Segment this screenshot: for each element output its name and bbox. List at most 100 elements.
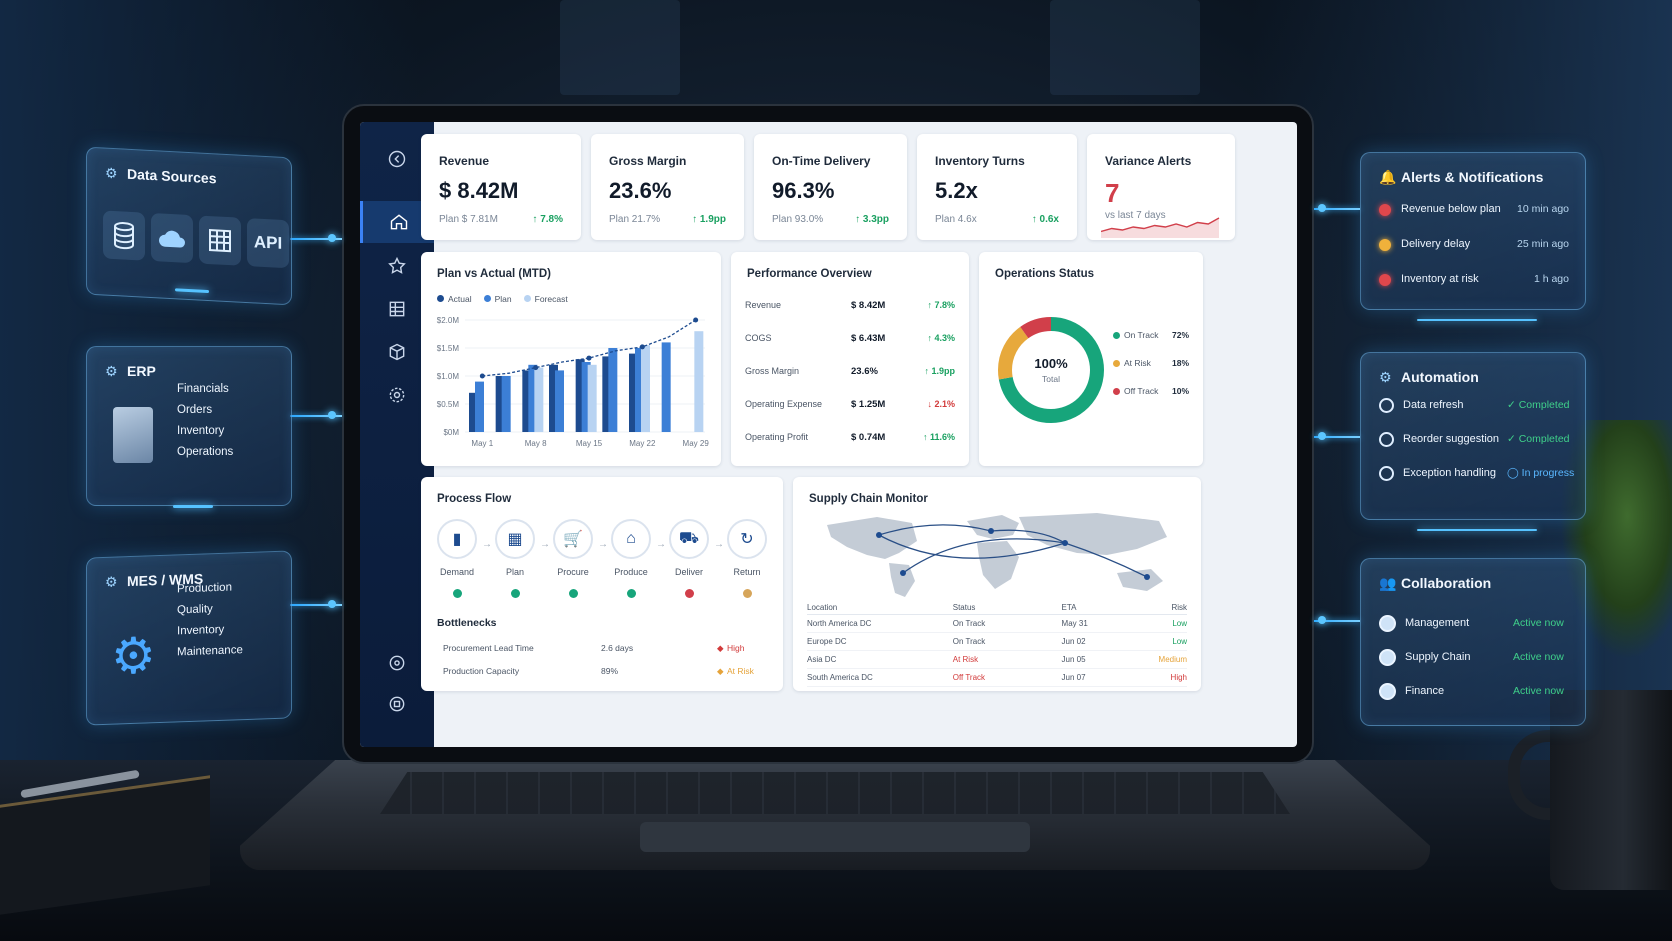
collaboration-label[interactable]: Supply Chain	[1405, 651, 1470, 663]
background-window	[1050, 0, 1200, 95]
process-flow-title: Process Flow	[437, 493, 512, 505]
risk-cell: Low	[1158, 632, 1187, 651]
data-sources-panel[interactable]: ⚙ Data Sources API	[86, 146, 292, 306]
perf-value: $ 6.43M	[851, 333, 886, 344]
collaboration-label[interactable]: Management	[1405, 617, 1469, 629]
gear-icon: ⚙	[111, 627, 156, 685]
table-row[interactable]: Europe DC On Track Jun 02 Low	[807, 632, 1187, 651]
automation-label[interactable]: Data refresh	[1403, 399, 1464, 411]
location-cell: South America DC	[807, 668, 953, 687]
erp-panel[interactable]: ⚙ ERP Financials Orders Inventory Operations	[86, 346, 292, 508]
risk-cell: High	[1158, 668, 1187, 687]
erp-item[interactable]: Financials	[177, 383, 229, 395]
data-sources-title: Data Sources	[127, 165, 217, 187]
legend-item[interactable]: Actual	[437, 294, 472, 304]
collaboration-label[interactable]: Finance	[1405, 685, 1444, 697]
y-tick-label: $1.5M	[437, 344, 460, 353]
network-icon: ⚙	[105, 573, 118, 590]
erp-item[interactable]: Operations	[177, 446, 233, 458]
panel-glow	[1417, 319, 1537, 321]
step-glyph: ▮	[452, 531, 462, 548]
alerts-panel[interactable]: 🔔 Alerts & Notifications Revenue below pl…	[1360, 152, 1586, 321]
process-step-return[interactable]: ↻ Return	[725, 519, 769, 577]
background-window	[560, 0, 680, 95]
table-row[interactable]: Asia DC At Risk Jun 05 Medium	[807, 650, 1187, 669]
location-cell: North America DC	[807, 614, 953, 633]
connector-dot	[1318, 432, 1326, 440]
collaboration-panel[interactable]: 👥 Collaboration Management Active now Suppl…	[1360, 558, 1586, 726]
process-step-demand[interactable]: ▮ Demand	[435, 519, 479, 577]
automation-label[interactable]: Exception handling	[1403, 467, 1496, 479]
kpi-card[interactable]: On-Time Delivery 96.3% Plan 93.0% ↑ 3.3pp	[754, 134, 907, 240]
step-status-dot	[685, 589, 694, 598]
avatar-icon	[1379, 615, 1396, 632]
api-label[interactable]: API	[247, 218, 289, 269]
process-step-deliver[interactable]: ⛟ Deliver	[667, 519, 711, 577]
table-header: Status	[952, 601, 1062, 615]
kpi-value: 96.3%	[772, 178, 835, 203]
erp-item[interactable]: Inventory	[177, 425, 224, 437]
legend-item[interactable]: Forecast	[523, 294, 568, 304]
mes-item[interactable]: Quality	[177, 603, 213, 616]
bottleneck-marker-icon: ◆	[717, 666, 724, 676]
process-step-procure[interactable]: 🛒 Procure	[551, 519, 595, 577]
legend-item[interactable]: Plan	[483, 294, 512, 304]
alert-label[interactable]: Delivery delay	[1401, 238, 1470, 250]
mes-item[interactable]: Production	[177, 581, 232, 595]
bar-plan	[608, 348, 618, 432]
sparkline-area	[1101, 218, 1219, 238]
world-map[interactable]	[807, 507, 1187, 599]
process-step-plan[interactable]: ▦ Plan	[493, 519, 537, 577]
alert-label[interactable]: Inventory at risk	[1401, 273, 1479, 285]
plan-vs-actual-card: Plan vs Actual (MTD) Actual Plan Forecast …	[421, 252, 721, 466]
kpi-card[interactable]: Inventory Turns 5.2x Plan 4.6x ↑ 0.6x	[917, 134, 1077, 240]
bar-forecast	[587, 364, 597, 432]
cloud-icon[interactable]	[151, 213, 193, 264]
bottleneck-level: At Risk	[727, 666, 754, 676]
arrow-right-icon: →	[714, 539, 724, 550]
table-icon[interactable]	[199, 215, 241, 266]
perf-value: 23.6%	[851, 366, 878, 377]
automation-icon	[1379, 466, 1394, 481]
alert-status-icon	[1379, 274, 1391, 286]
panel-glow	[1417, 529, 1537, 531]
legend-label: Plan	[494, 294, 512, 304]
kpi-card[interactable]: Gross Margin 23.6% Plan 21.7% ↑ 1.9pp	[591, 134, 744, 240]
dashboard-screen: Revenue $ 8.42M Plan $ 7.81M ↑ 7.8% Gross Ma…	[360, 122, 1297, 747]
bar-forecast	[694, 331, 704, 432]
mes-item[interactable]: Maintenance	[177, 644, 243, 658]
document-icon	[113, 407, 153, 463]
table-row[interactable]: South America DC Off Track Jun 07 High	[807, 668, 1187, 687]
alert-time: 25 min ago	[1517, 238, 1569, 250]
ops-legend-pct: 72%	[1171, 330, 1189, 340]
automation-label[interactable]: Reorder suggestion	[1403, 433, 1499, 445]
variance-title: Variance Alerts	[1105, 154, 1192, 168]
collaboration-status: Active now	[1513, 651, 1564, 663]
step-status-dot	[743, 589, 752, 598]
legend-swatch	[483, 295, 491, 302]
trend-point	[639, 344, 645, 350]
x-tick-label: May 1	[471, 439, 493, 448]
automation-status: ✓ Completed	[1507, 433, 1570, 445]
erp-item[interactable]: Orders	[177, 404, 212, 416]
x-tick-label: May 29	[683, 439, 710, 448]
automation-panel[interactable]: ⚙ Automation Data refresh ✓ Completed Reord…	[1360, 352, 1586, 531]
bottleneck-level: High	[727, 643, 745, 653]
plan-vs-actual-chart: $0M $0.5M $1.0M $1.5M $2.0M May 1 May 8 May 15 M…	[437, 316, 710, 448]
supply-chain-card: Supply Chain Monitor Location Status ETA…	[793, 477, 1201, 691]
database-icon[interactable]	[103, 210, 145, 261]
variance-alerts-card[interactable]: Variance Alerts 7 vs last 7 days	[1087, 134, 1235, 240]
kpi-card[interactable]: Revenue $ 8.42M Plan $ 7.81M ↑ 7.8%	[421, 134, 581, 240]
table-row[interactable]: North America DC On Track May 31 Low	[807, 614, 1187, 633]
mes-item[interactable]: Inventory	[177, 624, 224, 638]
step-label: Procure	[557, 567, 589, 577]
alert-status-icon	[1379, 204, 1391, 216]
arrow-right-icon: →	[482, 539, 492, 550]
automation-title: Automation	[1401, 369, 1479, 385]
x-tick-label: May 15	[576, 439, 603, 448]
risk-cell: Low	[1158, 614, 1187, 633]
perf-delta: ↑ 11.6%	[922, 432, 955, 442]
alert-label[interactable]: Revenue below plan	[1401, 203, 1501, 215]
mes-wms-panel[interactable]: ⚙ MES / WMS ⚙ Production Quality Inventory M…	[86, 550, 292, 726]
process-step-produce[interactable]: ⌂ Produce	[609, 519, 653, 577]
